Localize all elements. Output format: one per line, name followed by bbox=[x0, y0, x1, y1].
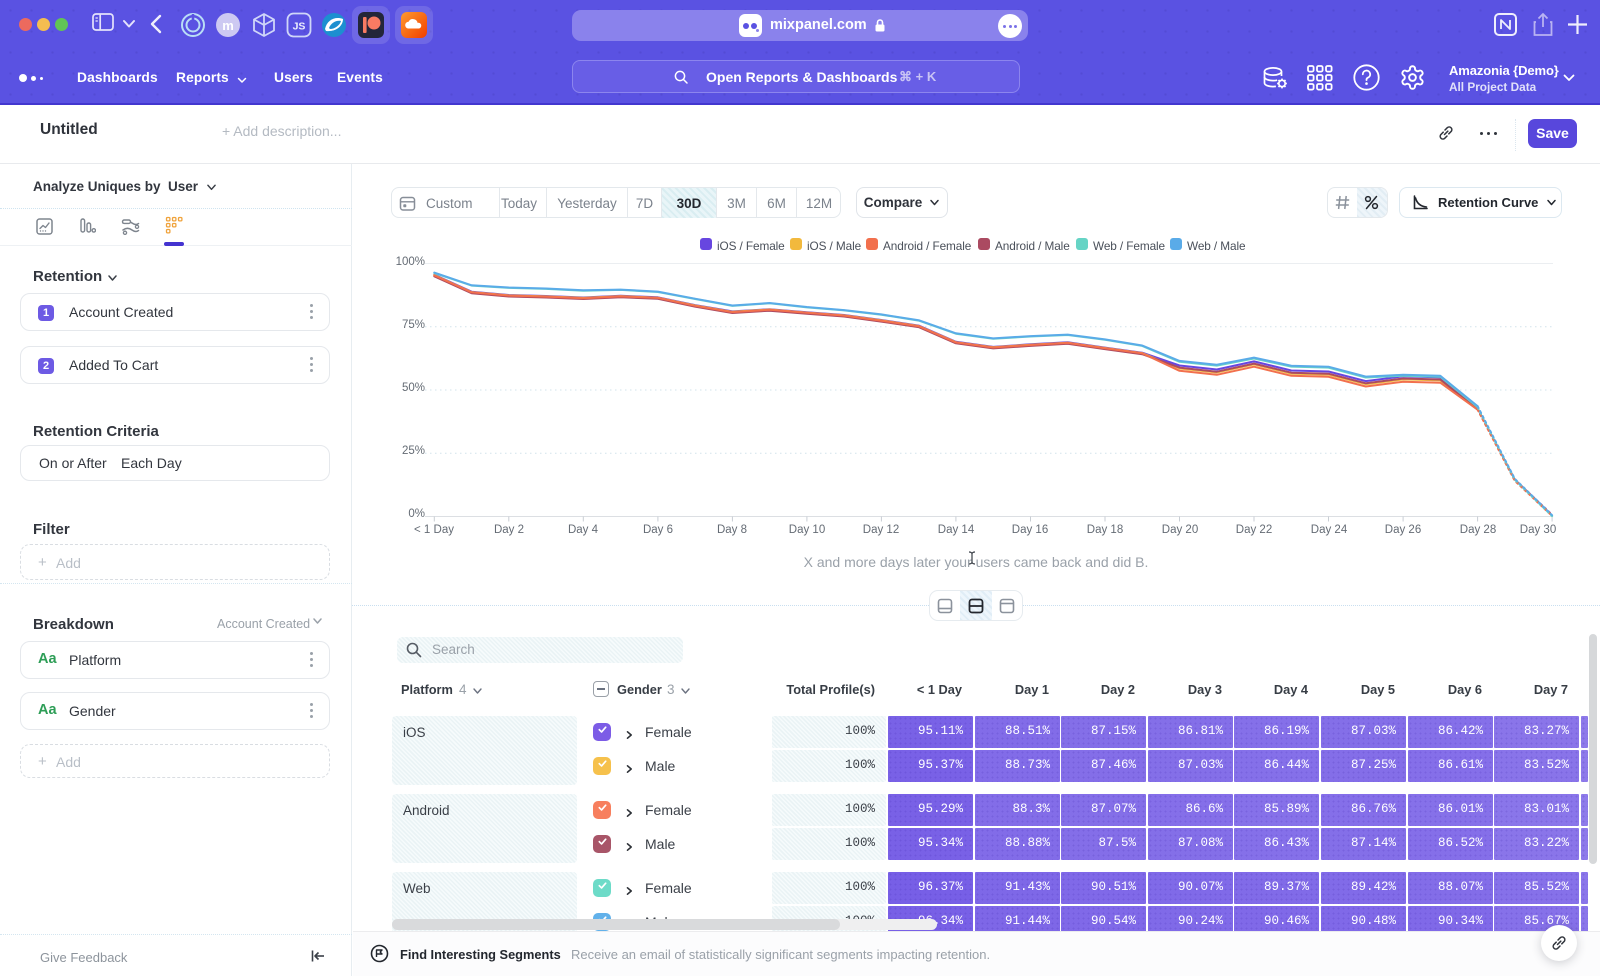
svg-text:JS: JS bbox=[293, 21, 306, 33]
svg-text:m: m bbox=[222, 18, 234, 33]
